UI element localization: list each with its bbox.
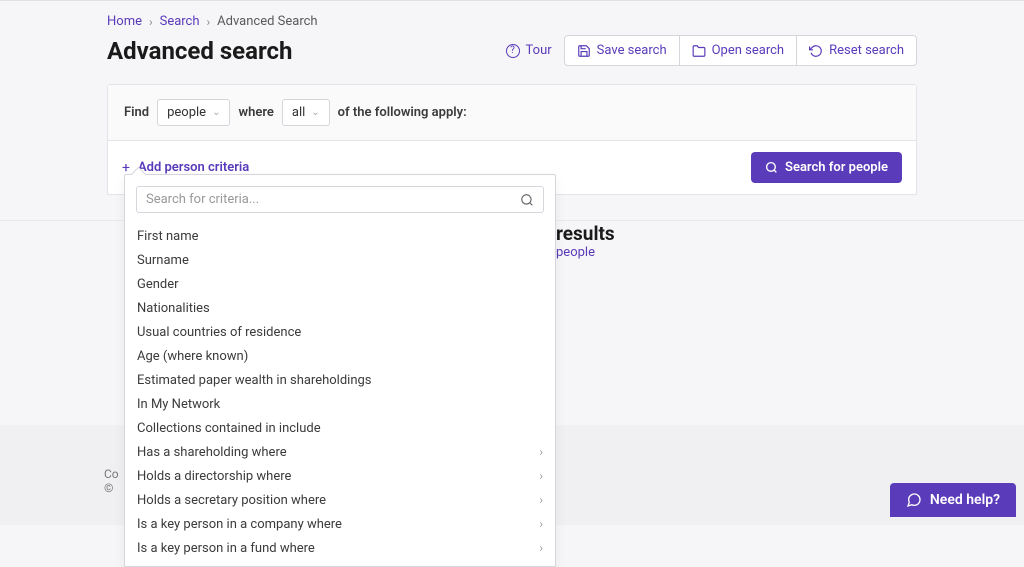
open-search-label: Open search bbox=[712, 43, 784, 58]
undo-icon bbox=[809, 44, 823, 58]
criteria-list: First name Surname Gender Nationalities Usua… bbox=[125, 224, 555, 560]
criteria-option[interactable]: Nationalities bbox=[125, 296, 555, 320]
page-title: Advanced search bbox=[107, 37, 293, 65]
footer-line2: © bbox=[104, 481, 119, 495]
search-icon bbox=[765, 161, 778, 174]
criteria-option[interactable]: Collections contained in include bbox=[125, 416, 555, 440]
find-label: Find bbox=[124, 105, 149, 120]
chevron-right-icon: › bbox=[539, 493, 543, 507]
criteria-option-label: Holds a directorship where bbox=[137, 469, 291, 484]
tour-button[interactable]: ? Tour bbox=[506, 43, 552, 58]
help-label: Need help? bbox=[930, 492, 1000, 508]
criteria-option-label: Collections contained in include bbox=[137, 421, 321, 436]
criteria-search-input[interactable] bbox=[146, 192, 520, 207]
search-button[interactable]: Search for people bbox=[751, 152, 902, 183]
chevron-right-icon: › bbox=[539, 469, 543, 483]
criteria-option[interactable]: Holds a secretary position where › bbox=[125, 488, 555, 512]
save-search-button[interactable]: Save search bbox=[564, 35, 680, 66]
reset-search-label: Reset search bbox=[829, 43, 904, 58]
question-icon: ? bbox=[506, 44, 520, 58]
criteria-option[interactable]: Is a key person in a company where › bbox=[125, 512, 555, 536]
match-select[interactable]: all ⌄ bbox=[282, 99, 330, 126]
criteria-option[interactable]: Has a shareholding where › bbox=[125, 440, 555, 464]
chevron-right-icon: › bbox=[539, 517, 543, 531]
criteria-option-label: Estimated paper wealth in shareholdings bbox=[137, 373, 372, 388]
apply-label: of the following apply: bbox=[338, 105, 467, 120]
breadcrumb-home[interactable]: Home bbox=[107, 14, 142, 29]
criteria-option-label: Nationalities bbox=[137, 301, 210, 316]
where-label: where bbox=[238, 105, 273, 120]
tour-label: Tour bbox=[526, 43, 552, 58]
criteria-option[interactable]: Estimated paper wealth in shareholdings bbox=[125, 368, 555, 392]
criteria-option[interactable]: Holds a directorship where › bbox=[125, 464, 555, 488]
criteria-option-label: Is a key person in a company where bbox=[137, 517, 342, 532]
footer-line1: Co bbox=[104, 467, 119, 481]
criteria-option[interactable]: Usual countries of residence bbox=[125, 320, 555, 344]
criteria-option[interactable]: Age (where known) bbox=[125, 344, 555, 368]
reset-search-button[interactable]: Reset search bbox=[797, 35, 917, 66]
results-subtext: people bbox=[556, 245, 595, 260]
chevron-right-icon: › bbox=[539, 541, 543, 555]
criteria-option[interactable]: Is a key person in a fund where › bbox=[125, 536, 555, 560]
criteria-option-label: Surname bbox=[137, 253, 189, 268]
criteria-option[interactable]: First name bbox=[125, 224, 555, 248]
criteria-option[interactable]: Surname bbox=[125, 248, 555, 272]
criteria-option-label: Has a shareholding where bbox=[137, 445, 287, 460]
chevron-down-icon: ⌄ bbox=[311, 107, 319, 118]
chevron-right-icon: › bbox=[539, 445, 543, 459]
entity-value: people bbox=[167, 105, 206, 120]
folder-icon bbox=[692, 44, 706, 58]
criteria-option[interactable]: In My Network bbox=[125, 392, 555, 416]
footer-text: Co © bbox=[104, 467, 119, 495]
chevron-right-icon: › bbox=[149, 15, 153, 29]
criteria-option-label: Age (where known) bbox=[137, 349, 248, 364]
search-button-label: Search for people bbox=[785, 160, 888, 175]
help-button[interactable]: Need help? bbox=[890, 483, 1016, 517]
open-search-button[interactable]: Open search bbox=[680, 35, 797, 66]
criteria-option-label: Gender bbox=[137, 277, 179, 292]
chat-icon bbox=[906, 492, 922, 508]
search-icon bbox=[520, 193, 534, 207]
criteria-option[interactable]: Gender bbox=[125, 272, 555, 296]
entity-select[interactable]: people ⌄ bbox=[157, 99, 230, 126]
match-value: all bbox=[292, 105, 305, 120]
chevron-down-icon: ⌄ bbox=[212, 107, 220, 118]
criteria-option-label: In My Network bbox=[137, 397, 220, 412]
criteria-option-label: Holds a secretary position where bbox=[137, 493, 326, 508]
criteria-option-label: First name bbox=[137, 229, 198, 244]
criteria-dropdown: First name Surname Gender Nationalities Usua… bbox=[124, 174, 556, 567]
save-search-label: Save search bbox=[597, 43, 667, 58]
criteria-option-label: Is a key person in a fund where bbox=[137, 541, 315, 556]
add-criteria-label: Add person criteria bbox=[138, 160, 249, 175]
results-heading: results bbox=[556, 222, 615, 245]
save-icon bbox=[577, 44, 591, 58]
breadcrumb-current: Advanced Search bbox=[217, 14, 317, 29]
chevron-right-icon: › bbox=[207, 15, 211, 29]
breadcrumb: Home › Search › Advanced Search bbox=[107, 14, 917, 29]
criteria-option-label: Usual countries of residence bbox=[137, 325, 301, 340]
criteria-search-input-wrap[interactable] bbox=[136, 186, 544, 213]
breadcrumb-search[interactable]: Search bbox=[160, 14, 200, 29]
